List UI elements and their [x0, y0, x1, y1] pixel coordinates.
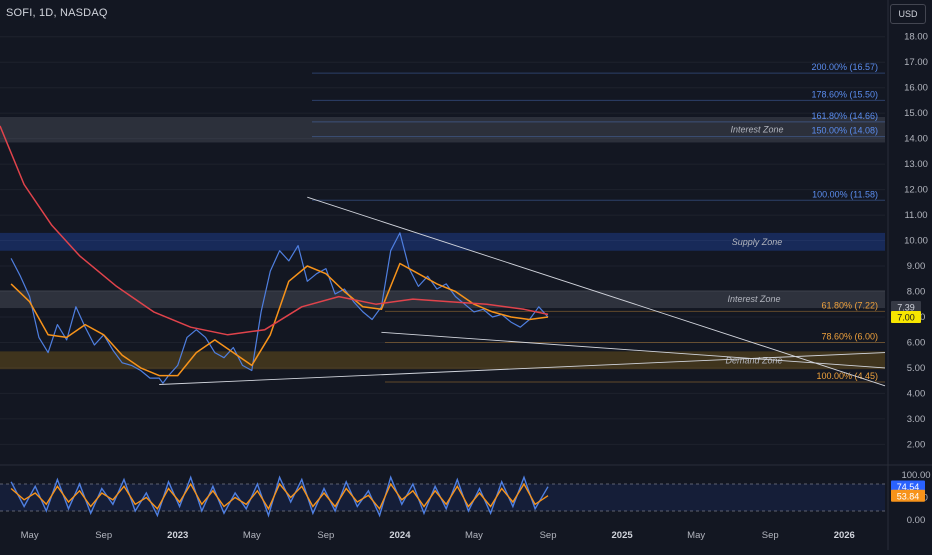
symbol-title: SOFI, 1D, NASDAQ — [6, 7, 108, 19]
fib-label-0: 200.00% (16.57) — [811, 62, 878, 72]
y-tick-label-13: 5.00 — [907, 363, 926, 374]
x-tick-label-11: 2026 — [834, 530, 855, 541]
y-tick-label-8: 10.00 — [904, 236, 928, 247]
x-tick-label-6: May — [465, 530, 483, 541]
osc-price-tag-label-1: 53.84 — [897, 491, 920, 501]
price-tag-label-1: 7.00 — [897, 312, 915, 322]
y-tick-label-2: 16.00 — [904, 83, 928, 94]
osc-y-tick-label-0: 100.00 — [901, 470, 930, 481]
x-tick-label-7: Sep — [540, 530, 557, 541]
zone-label-2: Interest Zone — [727, 294, 780, 304]
y-tick-label-7: 11.00 — [904, 210, 927, 221]
price-chart-svg[interactable]: Interest ZoneSupply ZoneInterest ZoneDem… — [0, 0, 932, 550]
fib-label-4: 100.00% (11.58) — [812, 189, 878, 199]
chart-root[interactable]: Interest Zone Supply Zone Interest Zone Dem… — [0, 0, 932, 550]
x-tick-label-2: 2023 — [167, 530, 188, 541]
fib-label-5: 61.80% (7.22) — [821, 300, 878, 310]
y-tick-label-0: 18.00 — [904, 32, 928, 43]
x-tick-label-3: May — [243, 530, 261, 541]
fib-label-6: 78.60% (6.00) — [821, 331, 878, 341]
x-tick-label-9: May — [687, 530, 705, 541]
y-tick-label-10: 8.00 — [907, 287, 926, 298]
y-tick-label-16: 2.00 — [907, 439, 926, 450]
x-tick-label-8: 2025 — [612, 530, 634, 541]
y-tick-label-3: 15.00 — [904, 108, 928, 119]
currency-button[interactable]: USD — [890, 4, 926, 24]
y-tick-label-6: 12.00 — [904, 185, 928, 196]
y-tick-label-12: 6.00 — [907, 337, 926, 348]
x-tick-label-4: Sep — [317, 530, 334, 541]
y-tick-label-9: 9.00 — [907, 261, 926, 272]
y-tick-label-15: 3.00 — [907, 414, 926, 425]
zone-label-0: Interest Zone — [730, 125, 783, 135]
fib-label-2: 161.80% (14.66) — [811, 111, 878, 121]
x-tick-label-10: Sep — [762, 530, 779, 541]
chart-background — [0, 0, 932, 550]
osc-y-tick-label-2: 0.00 — [907, 515, 926, 526]
x-tick-label-0: May — [21, 530, 39, 541]
zone-label-1: Supply Zone — [732, 237, 783, 247]
y-tick-label-14: 4.00 — [907, 388, 926, 399]
fib-label-7: 100.00% (4.45) — [816, 371, 878, 381]
y-tick-label-1: 17.00 — [904, 57, 928, 68]
oscillator-band — [0, 484, 885, 511]
y-tick-label-5: 13.00 — [904, 159, 928, 170]
y-tick-label-4: 14.00 — [904, 134, 928, 145]
x-tick-label-1: Sep — [95, 530, 112, 541]
fib-label-1: 178.60% (15.50) — [811, 89, 878, 99]
x-tick-label-5: 2024 — [389, 530, 411, 541]
fib-label-3: 150.00% (14.08) — [811, 126, 878, 136]
